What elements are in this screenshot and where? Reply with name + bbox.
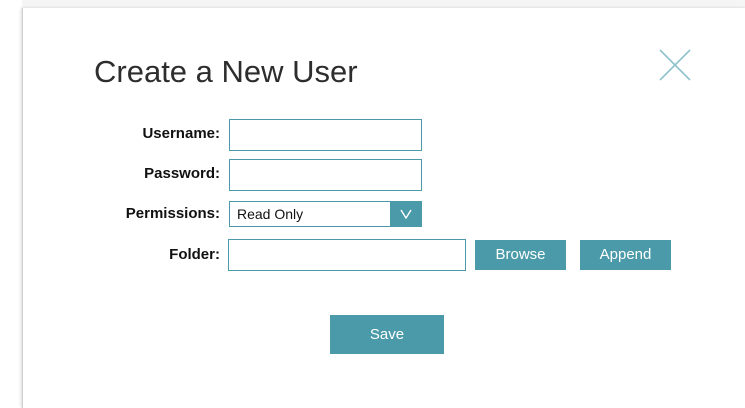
browse-button[interactable]: Browse (475, 240, 566, 270)
password-input[interactable] (229, 159, 422, 191)
create-user-dialog: Create a New User Username: Password: Pe… (22, 8, 745, 408)
dialog-title: Create a New User (94, 54, 358, 89)
page: Create a New User Username: Password: Pe… (0, 0, 745, 408)
backdrop (0, 0, 22, 408)
save-button[interactable]: Save (330, 315, 444, 354)
folder-label: Folder: (169, 246, 220, 263)
append-button[interactable]: Append (580, 240, 671, 270)
permissions-select[interactable]: Read Only (229, 201, 422, 227)
close-icon (659, 49, 691, 81)
close-button[interactable] (658, 48, 692, 82)
chevron-down-icon[interactable] (390, 201, 422, 227)
username-label: Username: (142, 125, 220, 142)
backdrop-top-strip (22, 0, 745, 8)
folder-input[interactable] (228, 239, 466, 271)
permissions-selected-value: Read Only (237, 206, 304, 222)
username-input[interactable] (229, 119, 422, 151)
permissions-label: Permissions: (125, 205, 220, 222)
password-label: Password: (144, 165, 220, 182)
